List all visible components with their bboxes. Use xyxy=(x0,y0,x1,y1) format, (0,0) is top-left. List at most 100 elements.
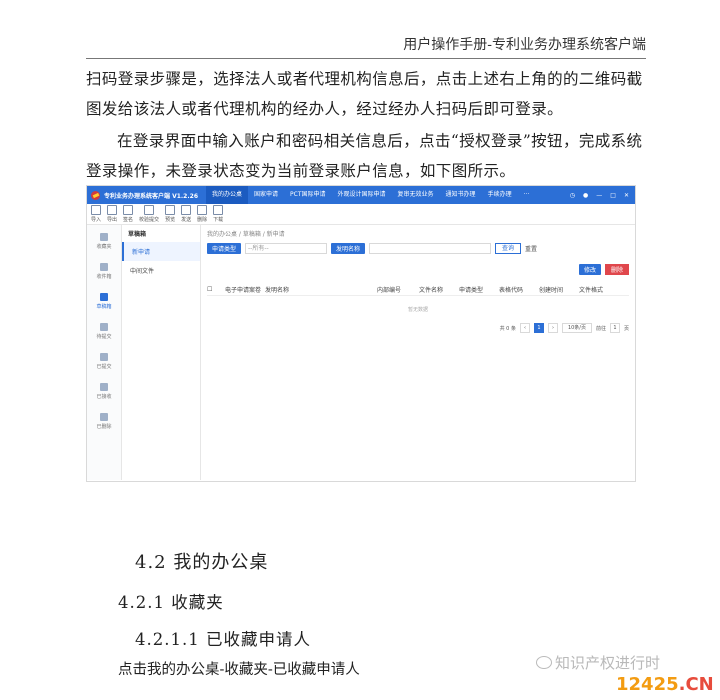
app-sidebar: 收藏夹 收件箱 草稿箱 待提交 已提交 已接收 已删除 xyxy=(87,225,122,480)
toolbar-label: 下载 xyxy=(213,217,224,223)
drafts-icon xyxy=(100,293,108,301)
folder-tree: 草稿箱 新申请 中间文件 xyxy=(122,225,201,480)
toolbar-send: 发送 xyxy=(181,205,191,223)
pagination: 共 0 条 ‹ 1 › 10条/页 前往 1 页 xyxy=(207,323,629,333)
document-icon xyxy=(100,353,108,361)
sidebar-label: 已删除 xyxy=(96,424,112,430)
section-heading-4-2: 4.2 我的办公桌 xyxy=(135,552,269,573)
paragraph-login-steps: 在登录界面中输入账户和密码相关信息后，点击“授权登录”按钮，完成系统登录操作，未… xyxy=(86,132,643,180)
column-header: 内部编号 xyxy=(377,286,402,294)
menu-item: PCT国际申请 xyxy=(290,191,326,198)
column-header: 文件名称 xyxy=(419,286,444,294)
watermark-text: 知识产权进行时 xyxy=(555,654,661,672)
import-icon xyxy=(91,205,101,215)
document-icon xyxy=(100,383,108,391)
menu-item: 复审无效业务 xyxy=(397,191,434,198)
tree-item-new-application: 新申请 xyxy=(122,242,200,261)
document-header: 用户操作手册-专利业务办理系统客户端 xyxy=(403,37,646,53)
menu-item: 通知书办理 xyxy=(445,191,476,198)
total-count: 共 0 条 xyxy=(499,325,516,332)
toolbar-delete: 删除 xyxy=(197,205,207,223)
logo-domain: .CN xyxy=(678,674,714,695)
toolbar-label: 预览 xyxy=(165,217,176,223)
section-heading-4-2-1: 4.2.1 收藏夹 xyxy=(118,593,224,612)
sidebar-item-deleted: 已删除 xyxy=(87,413,121,435)
reset-button: 重置 xyxy=(525,245,538,253)
trash-icon xyxy=(197,205,208,215)
toolbar-sign: 签名 xyxy=(123,205,133,223)
menu-item: 手续办理 xyxy=(487,191,512,198)
menu-item: 国家申请 xyxy=(254,191,279,198)
checkbox-column: ☐ xyxy=(207,285,213,293)
toolbar-download: 下载 xyxy=(213,205,223,223)
column-header: 电子申请案卷 xyxy=(225,286,262,294)
search-button: 查询 xyxy=(495,242,522,254)
header-rule xyxy=(86,58,646,59)
close-icon: ✕ xyxy=(623,191,629,199)
app-title-bar: 专利业务办理系统客户端 V1.2.26 我的办公桌 国家申请 PCT国际申请 外… xyxy=(87,186,635,204)
type-select: --所有-- xyxy=(245,242,328,254)
toolbar-label: 签名 xyxy=(123,217,134,223)
tree-item-intermediate: 中间文件 xyxy=(130,268,155,275)
window-controls: ◷ ● — □ ✕ xyxy=(570,192,635,199)
app-menu: 我的办公桌 国家申请 PCT国际申请 外观设计国际申请 复审无效业务 通知书办理… xyxy=(206,186,535,204)
current-page: 1 xyxy=(533,323,544,333)
type-label: 申请类型 xyxy=(207,242,242,254)
goto-input: 1 xyxy=(609,323,620,333)
toolbar-export: 导出 xyxy=(107,205,117,223)
toolbar-label: 删除 xyxy=(197,217,208,223)
column-header: 申请类型 xyxy=(459,286,484,294)
download-icon xyxy=(213,205,224,215)
export-icon xyxy=(107,205,118,215)
user-icon: ● xyxy=(583,191,589,199)
column-header: 文件格式 xyxy=(579,286,604,294)
app-logo-icon xyxy=(91,190,100,200)
app-toolbar: 导入 导出 签名 校验提交 预览 发送 删除 下载 xyxy=(87,204,635,225)
inbox-icon xyxy=(100,263,108,271)
sidebar-item-submitted: 已提交 xyxy=(87,353,121,375)
sidebar-label: 草稿箱 xyxy=(96,304,112,310)
sidebar-item-favorites: 收藏夹 xyxy=(87,233,121,255)
menu-item: 外观设计国际申请 xyxy=(337,191,386,198)
page-unit: 页 xyxy=(623,325,629,332)
document-icon xyxy=(100,323,108,331)
site-logo: 12425.CN xyxy=(616,674,714,695)
check-icon xyxy=(144,205,155,215)
tree-title: 草稿箱 xyxy=(128,231,147,238)
logo-number: 12425 xyxy=(616,674,679,695)
toolbar-import: 导入 xyxy=(91,205,101,223)
app-title: 专利业务办理系统客户端 V1.2.26 xyxy=(104,192,198,200)
menu-item: 我的办公桌 xyxy=(206,186,249,204)
breadcrumb: 我的办公桌 / 草稿箱 / 新申请 xyxy=(207,231,285,238)
table-header: ☐ 电子申请案卷 发明名称 内部编号 文件名称 申请类型 表格代码 创建时间 文… xyxy=(207,283,629,296)
wechat-icon xyxy=(536,656,552,669)
paragraph-scan-login: 扫码登录步骤是，选择法人或者代理机构信息后，点击上述右上角的的二维码截图发给该法… xyxy=(86,70,643,118)
goto-label: 前往 xyxy=(595,325,606,332)
toolbar-label: 导入 xyxy=(91,217,102,223)
sidebar-label: 收藏夹 xyxy=(96,244,112,250)
sidebar-label: 待提交 xyxy=(96,334,112,340)
empty-state: 暂无数据 xyxy=(407,307,428,313)
content-panel: 我的办公桌 / 草稿箱 / 新申请 申请类型 --所有-- 发明名称 查询 重置… xyxy=(201,225,635,480)
column-header: 发明名称 xyxy=(265,286,290,294)
next-page-icon: › xyxy=(547,323,558,333)
delete-button: 删除 xyxy=(604,264,629,275)
clock-icon: ◷ xyxy=(569,191,576,199)
sidebar-label: 收件箱 xyxy=(96,274,112,280)
column-header: 表格代码 xyxy=(499,286,524,294)
preview-icon xyxy=(165,205,176,215)
app-screenshot: 专利业务办理系统客户端 V1.2.26 我的办公桌 国家申请 PCT国际申请 外… xyxy=(86,185,636,482)
maximize-icon: □ xyxy=(610,191,616,199)
toolbar-check: 校验提交 xyxy=(139,205,159,223)
sidebar-item-drafts: 草稿箱 xyxy=(87,293,121,315)
column-header: 创建时间 xyxy=(539,286,564,294)
sign-icon xyxy=(123,205,134,215)
sidebar-item-pending: 待提交 xyxy=(87,323,121,345)
sidebar-item-received: 已接收 xyxy=(87,383,121,405)
send-icon xyxy=(181,205,192,215)
minimize-icon: — xyxy=(596,191,603,199)
filter-bar: 申请类型 --所有-- 发明名称 查询 重置 xyxy=(207,242,629,254)
sidebar-item-inbox: 收件箱 xyxy=(87,263,121,285)
folder-icon xyxy=(100,233,108,241)
edit-button: 修改 xyxy=(578,264,601,275)
